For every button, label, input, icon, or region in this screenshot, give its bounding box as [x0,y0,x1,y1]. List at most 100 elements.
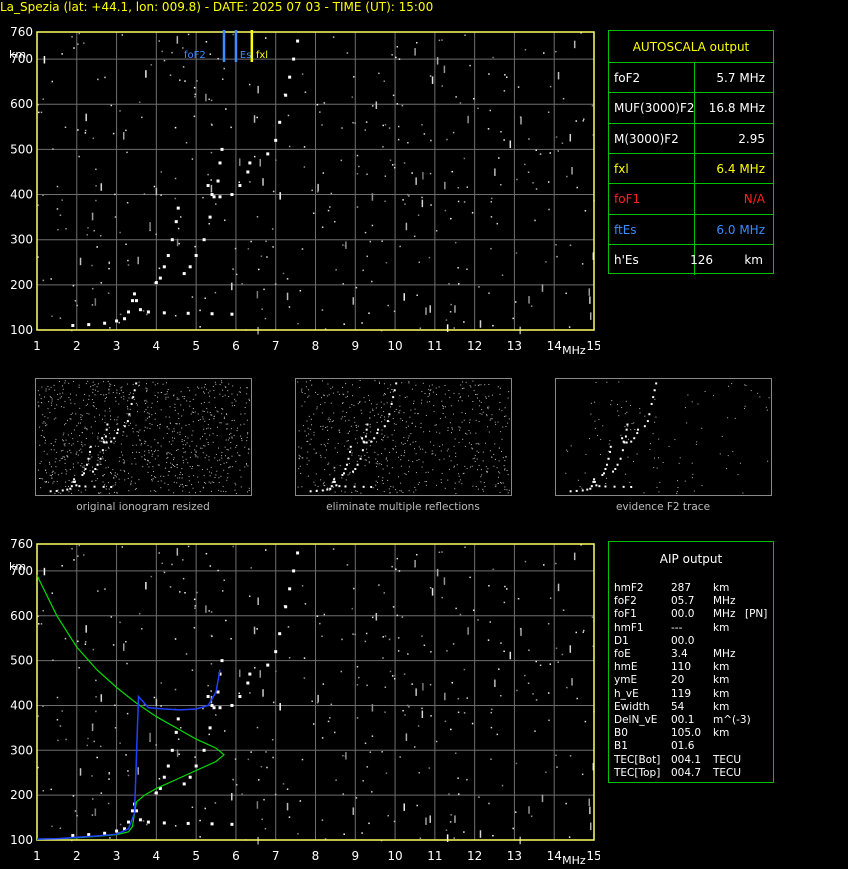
thumb-noise [120,469,122,471]
trace-point-F2x [188,265,192,269]
noise-dot [43,55,46,64]
noise-dot [329,206,331,208]
thumb-noise [308,460,310,462]
thumb-noise [701,485,703,487]
noise-dot [274,283,277,285]
noise-dot [471,722,474,725]
noise-dot [99,745,102,748]
noise-dot [555,754,557,757]
noise-dot [263,798,265,801]
noise-dot [506,76,508,79]
thumb-noise [381,433,383,435]
noise-dot [492,568,494,571]
thumb-noise [227,439,229,441]
thumb-trace [624,435,627,438]
thumb-noise [215,474,217,476]
noise-dot [100,694,103,702]
thumb-noise [122,434,124,436]
noise-dot [354,122,356,124]
noise-dot [37,204,40,207]
thumb-trace [364,435,367,438]
trace-point-F2x [208,726,212,730]
thumb-noise [489,419,491,421]
noise-dot [76,304,78,307]
thumb-noise [97,383,99,385]
noise-dot [196,591,198,594]
noise-dot [352,633,354,635]
noise-dot [78,32,81,35]
thumb-noise [431,384,433,386]
noise-dot [557,150,559,152]
thumb-noise [198,420,200,422]
thumb-noise [178,417,180,419]
thumb-noise [639,412,641,414]
thumb-trace [366,423,369,426]
thumb-noise [81,451,83,453]
thumb-noise [480,469,482,471]
noise-dot [548,208,550,211]
thumb-noise [63,440,65,442]
noise-dot [311,189,313,192]
thumb-noise [199,491,201,493]
thumb-noise [488,431,490,433]
thumb-noise [203,487,205,489]
thumb-noise [50,386,52,388]
thumb-noise [413,400,415,402]
thumb-noise [359,401,361,403]
noise-dot [591,616,594,619]
thumb-noise [240,413,242,415]
thumb-trace [309,490,312,493]
thumb-noise [654,421,656,423]
thumb-noise [414,448,416,450]
noise-dot [193,626,196,629]
noise-dot [232,778,234,781]
thumb-noise [192,487,194,489]
thumb-noise [404,442,406,444]
thumb-noise [99,451,101,453]
thumb-noise [64,458,66,460]
noise-dot [425,307,427,315]
thumb-noise [78,449,80,451]
thumb-noise [54,492,56,494]
thumb-noise [365,459,367,461]
thumb-noise [313,481,315,483]
noise-dot [524,674,526,677]
thumb-noise [90,426,92,428]
noise-dot [108,773,111,775]
noise-dot [353,76,355,78]
noise-dot [72,284,75,287]
thumb-noise [408,471,410,473]
trace-point-F2high [218,706,222,710]
noise-dot [413,235,416,238]
noise-dot [573,552,576,561]
thumb-noise [167,452,169,454]
thumb-noise [131,397,133,399]
thumb-noise [370,403,372,405]
thumb-noise [246,464,248,466]
thumb-noise [408,382,410,384]
thumb-noise [77,440,79,442]
autoscala-row-4: foF1 N/A [609,183,773,215]
thumb-trace [104,435,107,438]
trace-point-E [138,818,142,822]
thumb-noise [644,415,646,417]
thumb-noise [589,438,591,440]
thumb-noise [131,476,133,478]
noise-dot [91,798,94,800]
thumb-noise [368,461,370,463]
thumb-noise [120,389,122,391]
trace-point-F2x [202,748,206,752]
thumb-noise [62,392,64,394]
thumb-noise [39,444,41,446]
thumb-noise [89,454,91,456]
thumb-noise [144,426,146,428]
thumb-noise [375,458,377,460]
thumb-noise [399,490,401,492]
thumb-noise [347,432,349,434]
noise-dot [288,145,291,148]
thumb-noise [346,395,348,397]
thumb-noise [174,465,176,467]
thumb-noise [50,402,52,404]
trace-point-E [127,310,131,314]
thumb-noise [627,425,629,427]
